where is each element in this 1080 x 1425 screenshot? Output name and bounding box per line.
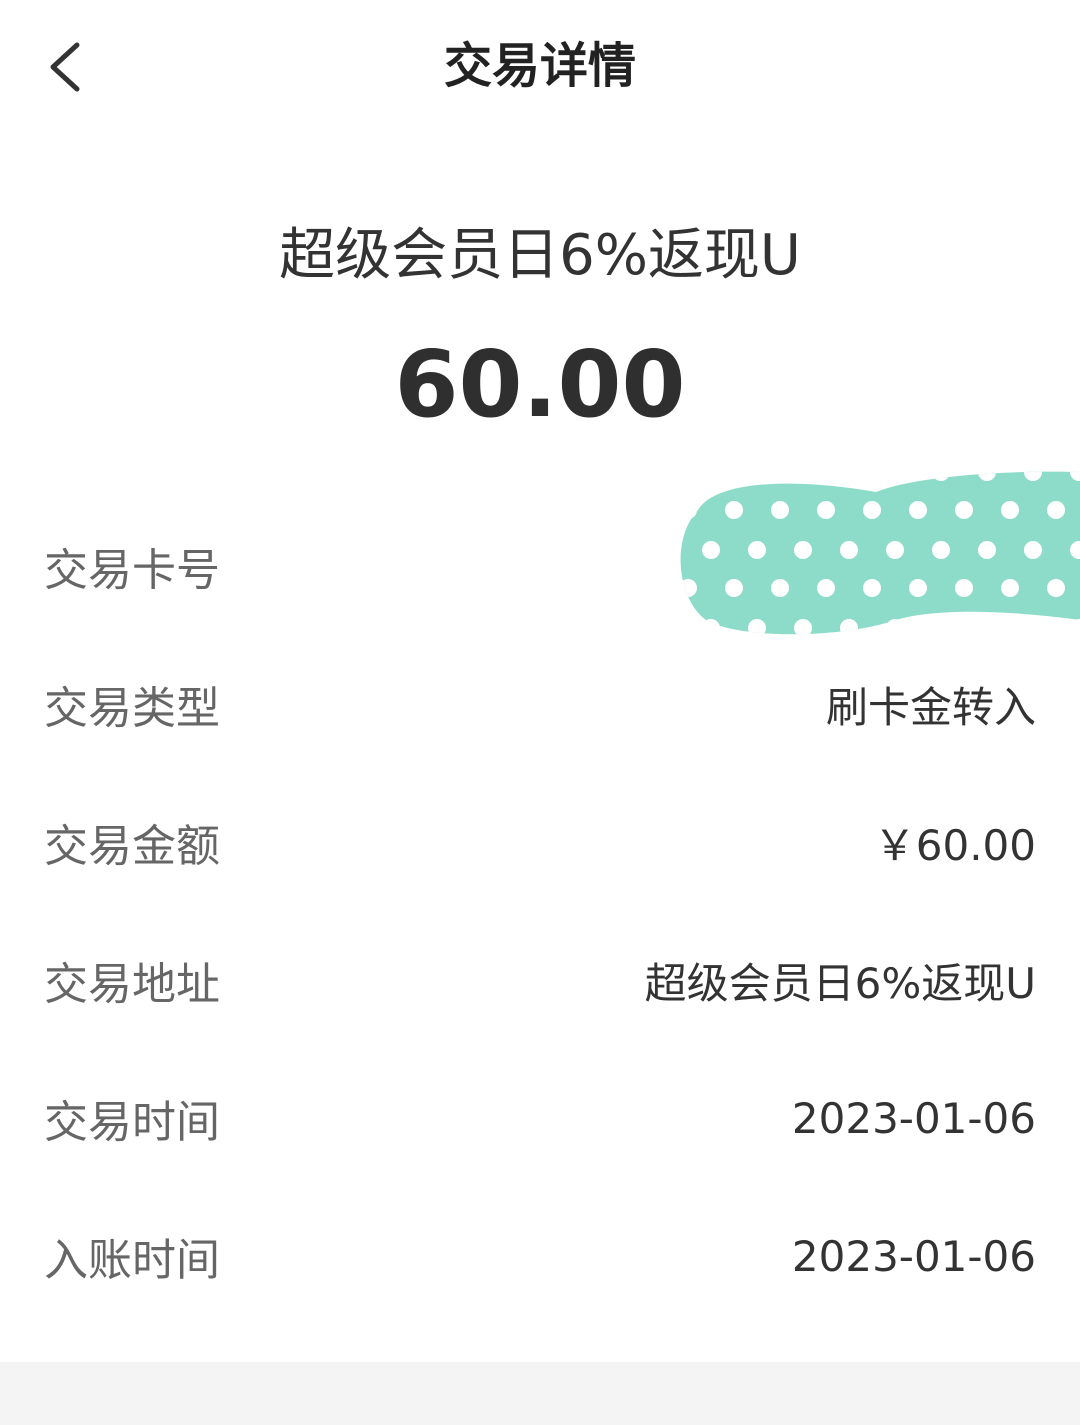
page-title: 交易详情 [443,38,636,94]
detail-row-type: 交易类型 刷卡金转入 [0,635,1080,773]
detail-label: 交易时间 [44,1097,220,1148]
detail-label: 入账时间 [44,1235,220,1286]
detail-label: 交易金额 [44,821,220,872]
detail-row-time: 交易时间 2023-01-06 [0,1049,1080,1187]
detail-label: 交易类型 [44,683,220,734]
navigation-bar: 交易详情 [0,0,1080,135]
redaction-mask [676,470,1080,636]
detail-row-amount: 交易金额 ￥60.00 [0,773,1080,911]
detail-value: ￥60.00 [873,820,1036,870]
detail-value: 2023-01-06 [791,1093,1036,1143]
detail-value: 2023-01-06 [791,1231,1036,1281]
detail-row-address: 交易地址 超级会员日6%返现U [0,911,1080,1049]
bottom-area [0,1362,1080,1425]
transaction-amount: 60.00 [394,331,686,438]
detail-value: 超级会员日6%返现U [644,958,1036,1008]
detail-label: 交易地址 [44,959,220,1010]
detail-value: 刷卡金转入 [825,682,1036,732]
merchant-name: 超级会员日6%返现U [279,223,801,288]
detail-label: 交易卡号 [44,545,220,596]
detail-row-posting-time: 入账时间 2023-01-06 [0,1187,1080,1325]
